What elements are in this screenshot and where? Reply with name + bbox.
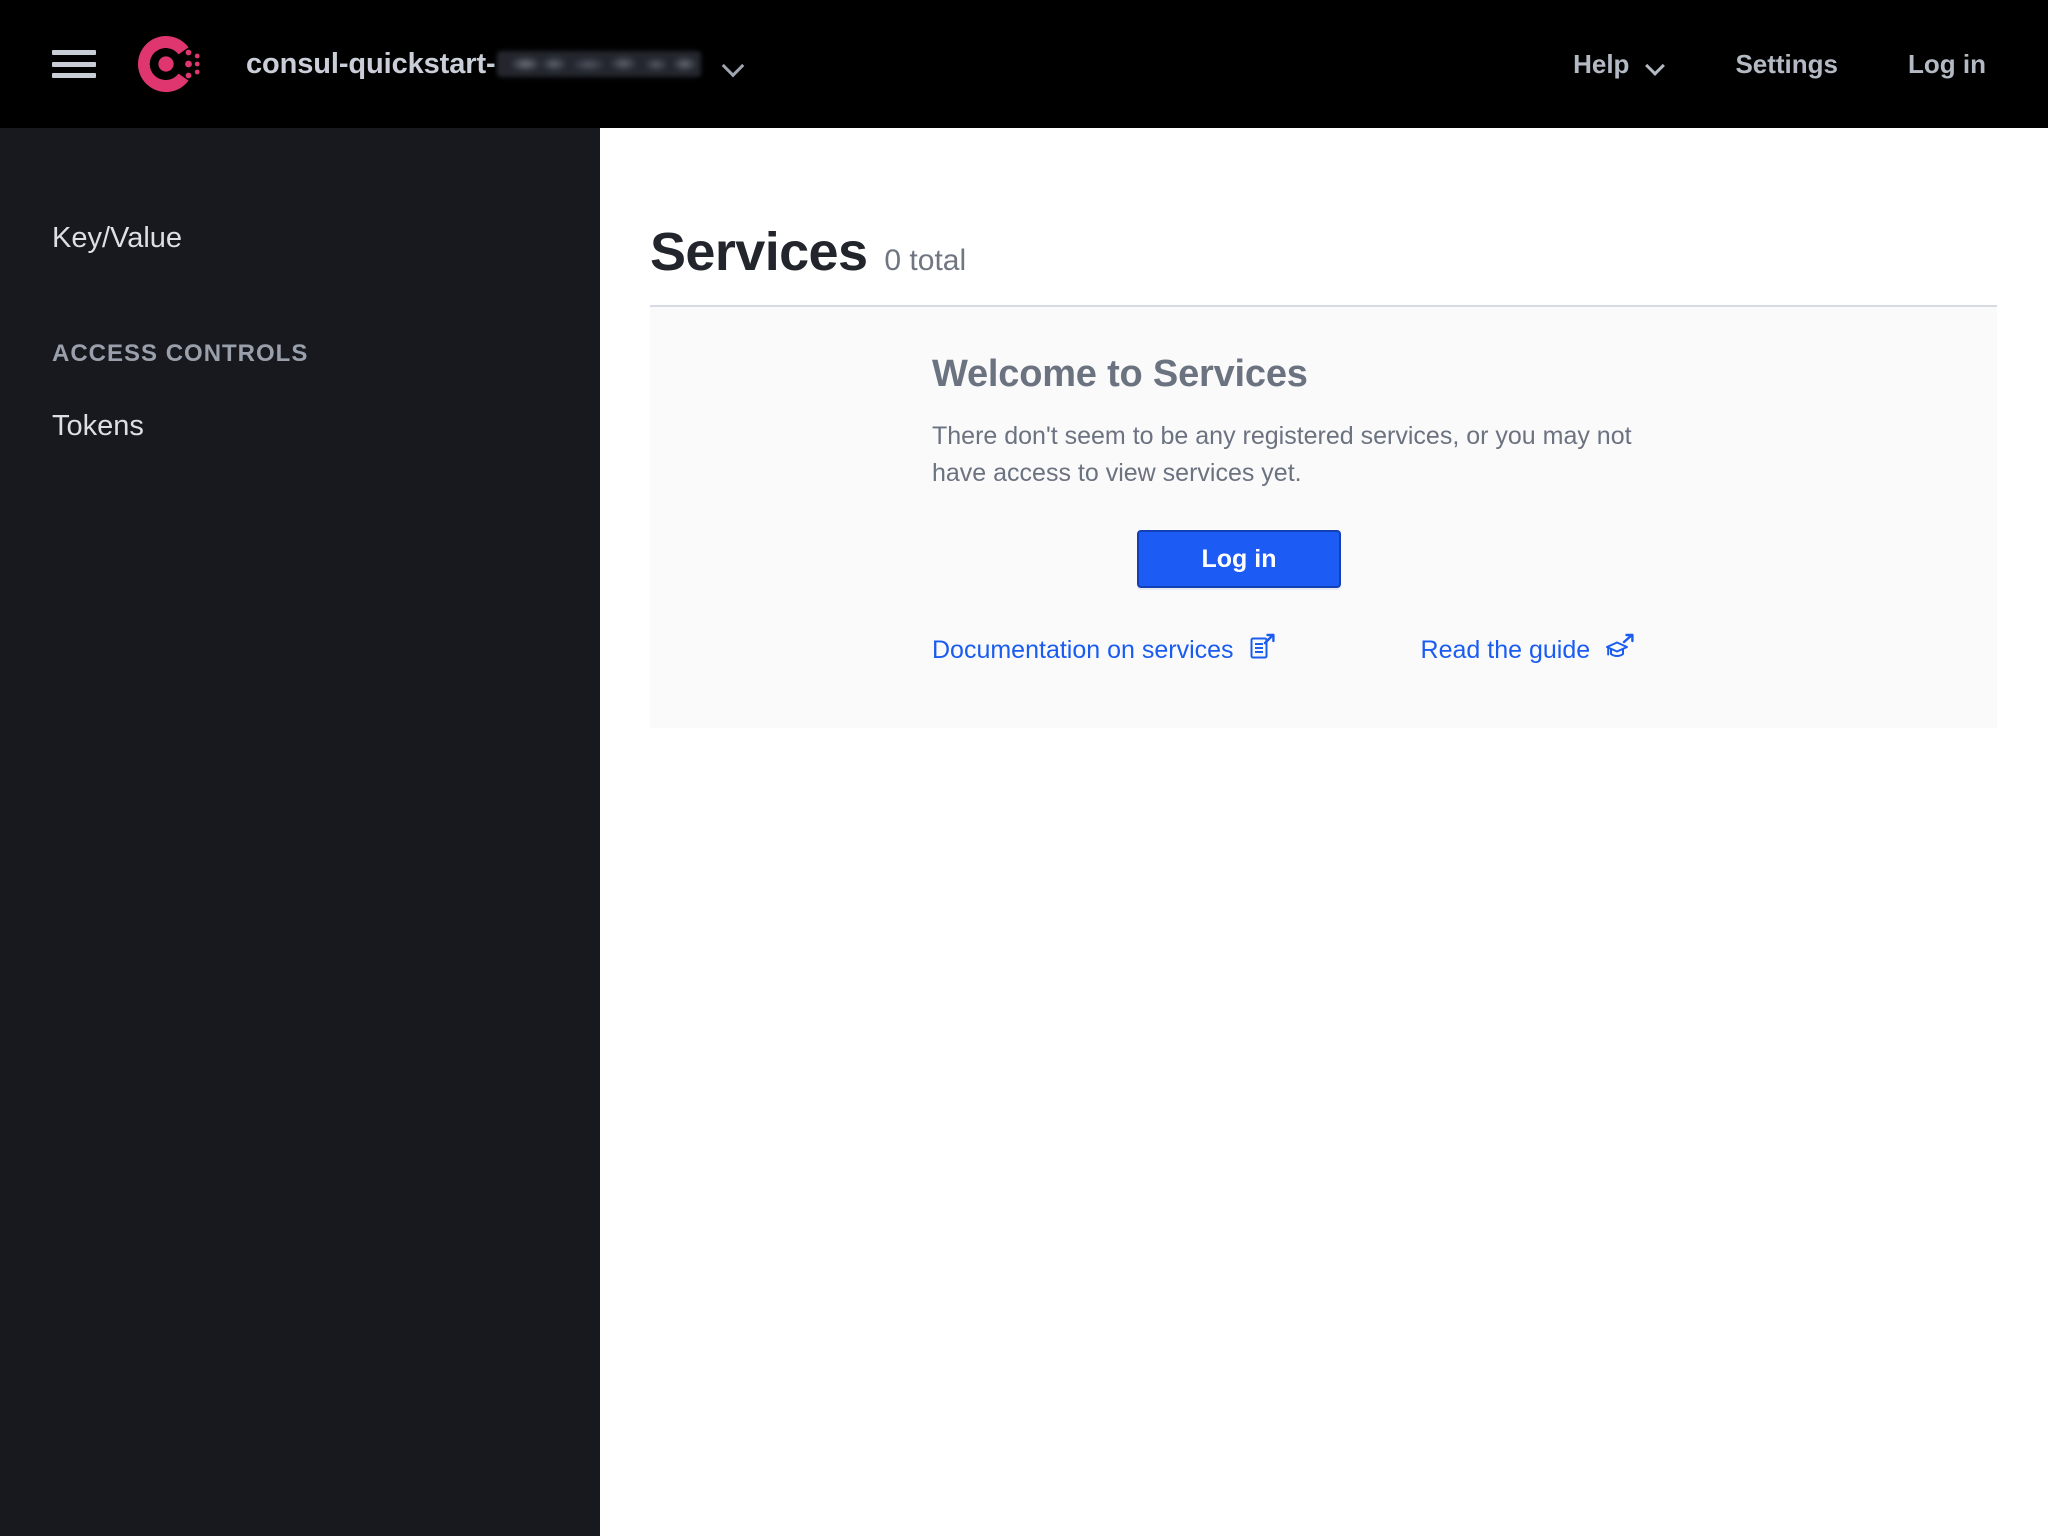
sidebar-nav: Key/Value ACCESS CONTROLS Tokens xyxy=(0,128,600,1536)
help-label: Help xyxy=(1573,48,1630,79)
empty-state-content: Welcome to Services There don't seem to … xyxy=(650,353,1997,668)
consul-logo[interactable] xyxy=(132,30,200,98)
header-login-link[interactable]: Log in xyxy=(1908,39,1986,90)
datacenter-name: consul-quickstart- xyxy=(246,47,496,80)
empty-state-description: There don't seem to be any registered se… xyxy=(932,422,1632,487)
datacenter-name-redacted xyxy=(496,51,701,77)
sidebar-item-label: Key/Value xyxy=(52,222,183,254)
hamburger-bar xyxy=(52,50,96,55)
help-menu-button[interactable]: Help xyxy=(1573,39,1665,90)
login-button-label: Log in xyxy=(1201,544,1277,573)
guide-link-label: Read the guide xyxy=(1420,636,1591,664)
document-external-link-icon xyxy=(1248,633,1276,668)
hamburger-bar xyxy=(52,61,96,67)
page-title: Services xyxy=(650,222,868,282)
sidebar-item-label: Tokens xyxy=(52,409,144,442)
services-total-count: 0 total xyxy=(884,244,967,277)
chevron-down-icon xyxy=(723,58,745,71)
documentation-on-services-link[interactable]: Documentation on services xyxy=(932,633,1276,668)
page-header: Services 0 total xyxy=(600,128,2048,283)
hamburger-bar xyxy=(52,73,96,78)
chevron-down-icon xyxy=(1647,59,1665,70)
top-header: consul-quickstart- Help Settings Log in xyxy=(0,0,2048,128)
sidebar-section-access-controls: ACCESS CONTROLS xyxy=(0,330,600,378)
header-login-label: Log in xyxy=(1908,48,1986,79)
sidebar-item-key-value[interactable]: Key/Value xyxy=(0,210,600,268)
consul-ui-page: consul-quickstart- Help Settings Log in … xyxy=(0,0,2048,1536)
hamburger-menu-icon[interactable] xyxy=(52,47,96,81)
empty-state-title: Welcome to Services xyxy=(932,353,1308,395)
sidebar-section-label: ACCESS CONTROLS xyxy=(52,339,309,367)
empty-state-links: Documentation on services Read the guide xyxy=(932,633,1937,668)
sidebar-item-tokens[interactable]: Tokens xyxy=(0,400,600,453)
documentation-link-label: Documentation on services xyxy=(932,636,1234,664)
empty-state-panel: Welcome to Services There don't seem to … xyxy=(650,305,1997,728)
read-the-guide-link[interactable]: Read the guide xyxy=(1421,633,1635,668)
graduation-cap-external-link-icon xyxy=(1604,633,1634,668)
datacenter-selector[interactable]: consul-quickstart- xyxy=(246,34,745,94)
header-nav: Help Settings Log in xyxy=(1573,39,1986,90)
login-button[interactable]: Log in xyxy=(1137,530,1341,588)
settings-label: Settings xyxy=(1735,48,1839,79)
main-content: Services 0 total Welcome to Services The… xyxy=(600,128,2048,1536)
settings-link[interactable]: Settings xyxy=(1735,39,1838,90)
